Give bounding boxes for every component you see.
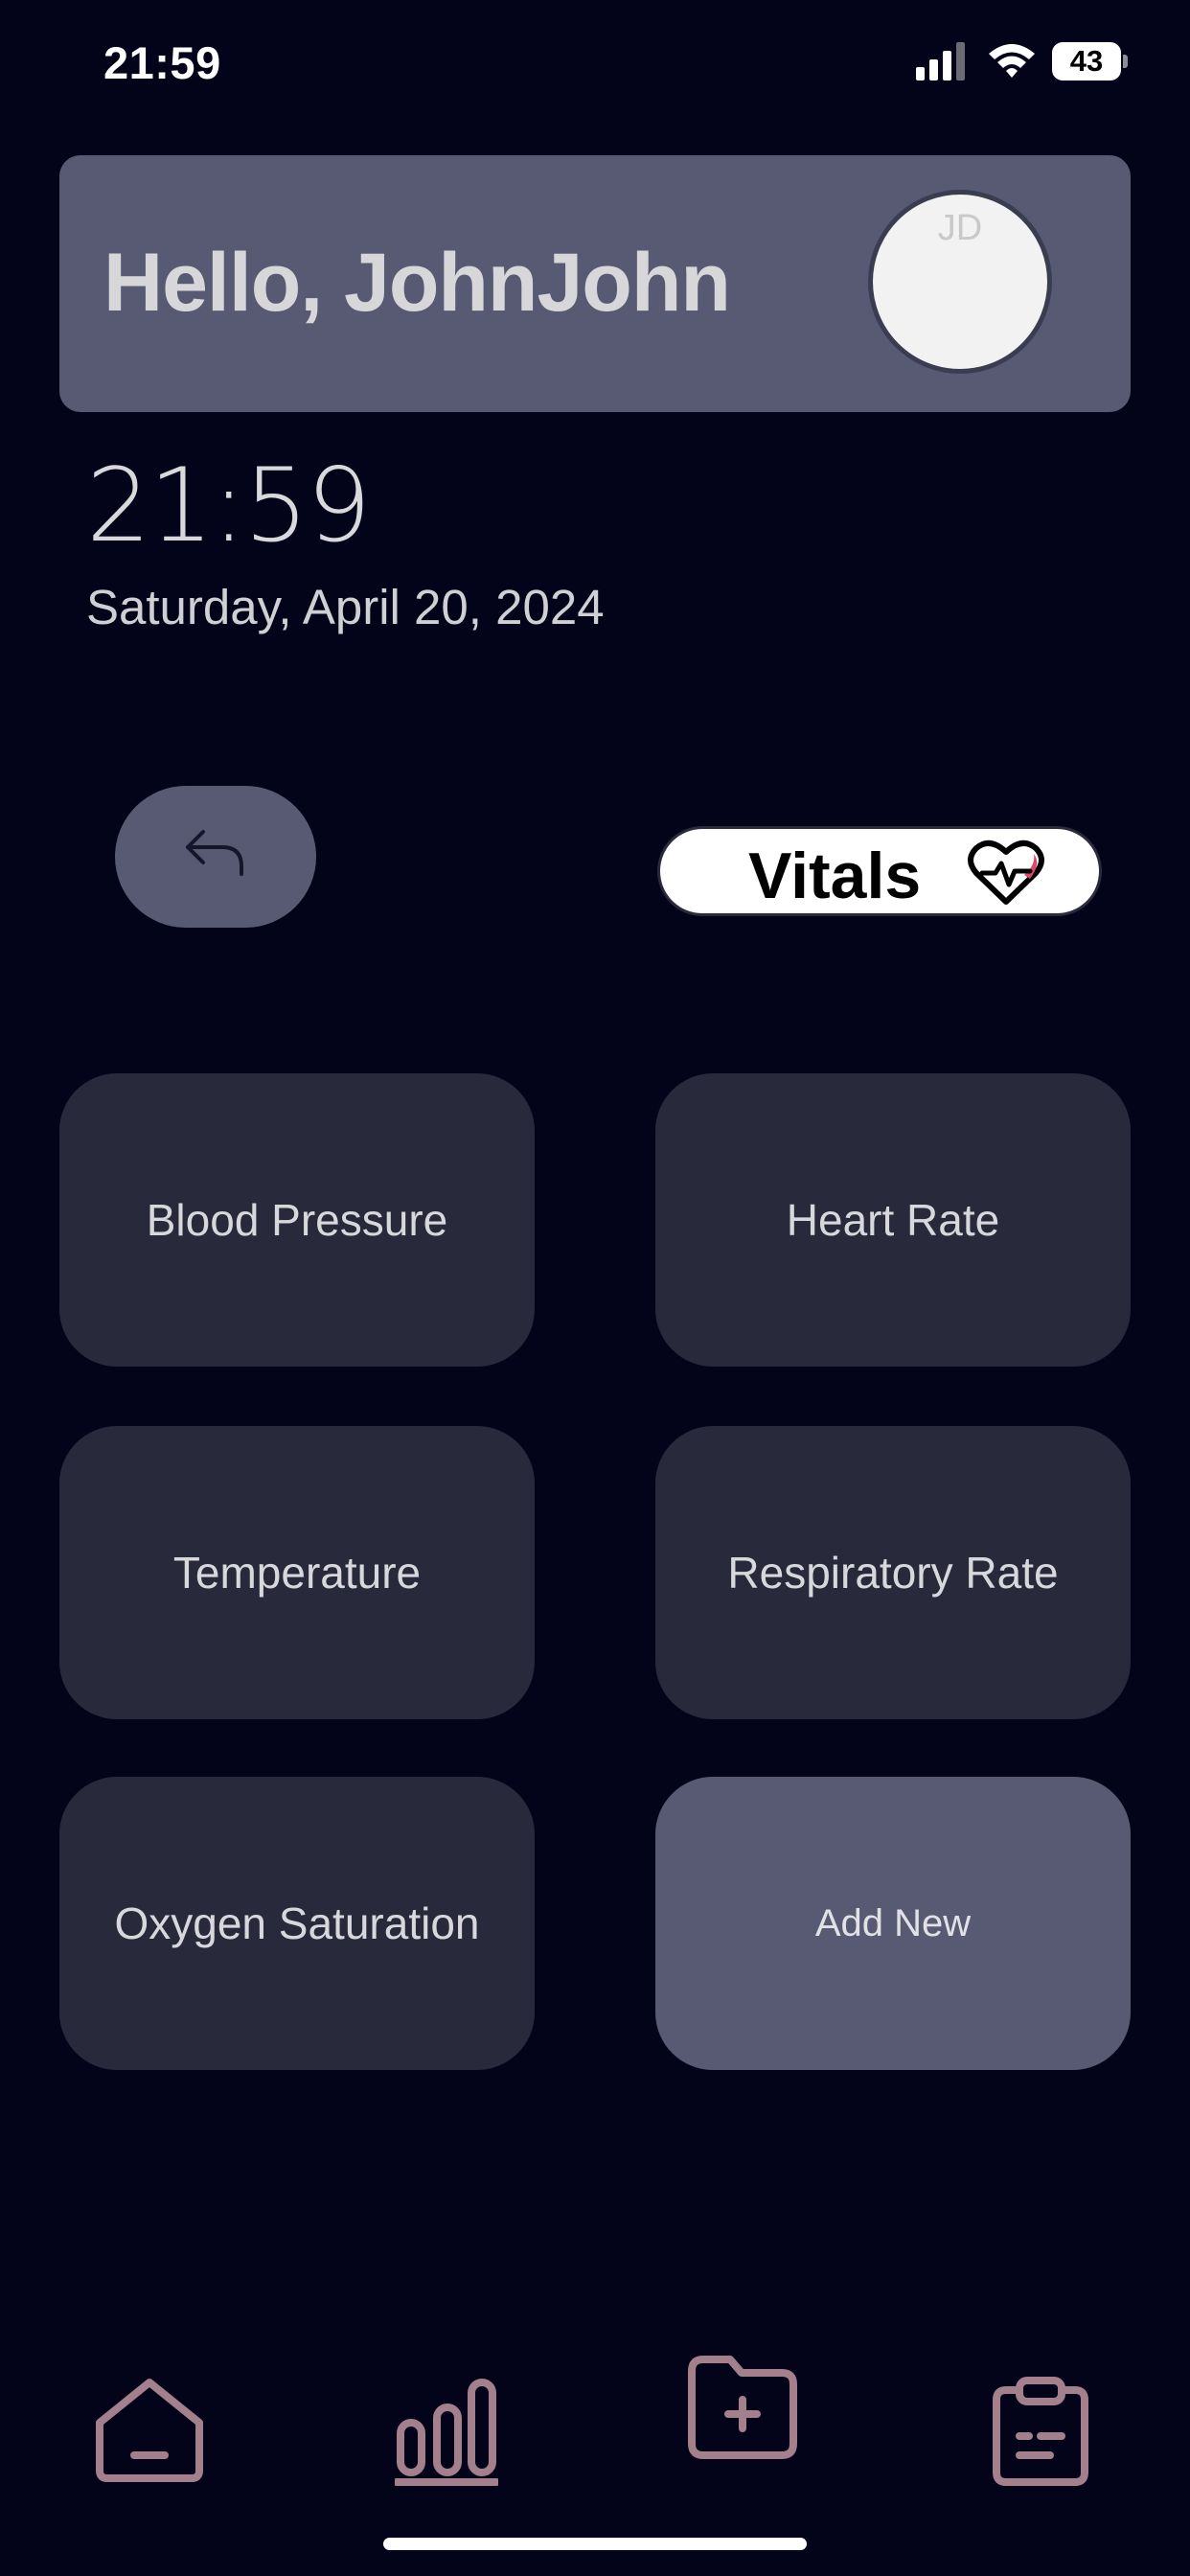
status-time: 21:59 [103,37,221,88]
stats-icon[interactable] [395,2375,498,2486]
avatar[interactable]: JD [868,190,1052,374]
greeting-card: Hello, JohnJohn JD [59,155,1131,412]
avatar-initials: JD [937,208,983,248]
add-new-button[interactable]: Add New [655,1777,1131,2070]
section-title: Vitals [748,840,922,912]
heart-pulse-icon [968,840,1044,905]
status-bar: 21:59 43 [0,0,1190,125]
clock-date: Saturday, April 20, 2024 [86,580,605,634]
tile-heart-rate[interactable]: Heart Rate [655,1073,1131,1367]
battery-icon: 43 [1052,42,1129,80]
battery-level: 43 [1052,42,1121,80]
greeting-text: Hello, JohnJohn [103,237,731,329]
folder-add-icon[interactable] [686,2352,799,2465]
wifi-icon [989,44,1035,78]
tile-blood-pressure[interactable]: Blood Pressure [59,1073,535,1367]
clipboard-icon[interactable] [991,2377,1090,2486]
section-title-pill: Vitals [657,826,1102,916]
reply-arrow-icon [186,830,243,876]
back-button[interactable] [115,786,316,928]
signal-icon [916,42,965,80]
home-indicator[interactable] [383,2538,807,2550]
clock-time: 21:59 [86,447,371,564]
home-icon[interactable] [92,2375,207,2486]
tile-oxygen-saturation[interactable]: Oxygen Saturation [59,1777,535,2070]
tile-temperature[interactable]: Temperature [59,1426,535,1719]
tile-respiratory-rate[interactable]: Respiratory Rate [655,1426,1131,1719]
